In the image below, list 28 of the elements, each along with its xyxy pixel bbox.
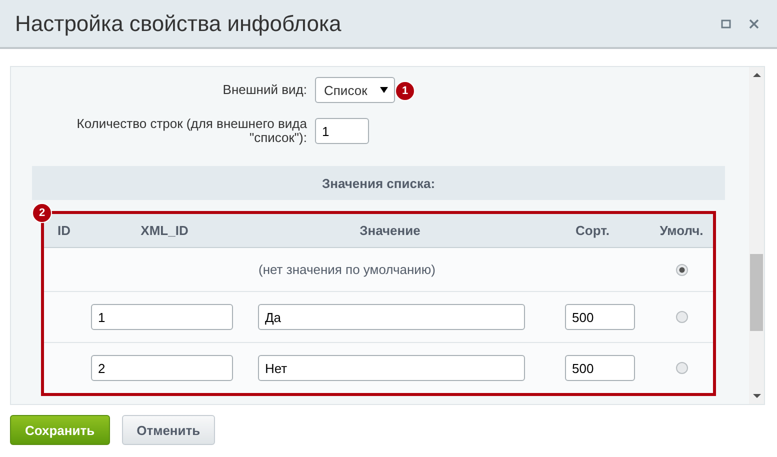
default-radio[interactable]	[676, 362, 688, 374]
column-header: Значение	[358, 223, 422, 238]
window-title: Настройка свойства инфоблока	[15, 10, 342, 36]
xml-id-field[interactable]: 2	[91, 355, 233, 381]
field-label: Количество строк (для внешнего вида "список"):	[76, 117, 308, 145]
column-header: Умолч.	[658, 223, 704, 238]
table-cell-text: (нет значения по умолчанию)	[258, 262, 436, 277]
cancel-button[interactable]: Отменить	[122, 415, 216, 445]
value-field[interactable]: Да	[258, 304, 525, 330]
default-radio[interactable]	[676, 264, 688, 276]
maximize-icon[interactable]	[721, 18, 731, 28]
column-header: Сорт.	[574, 223, 610, 238]
appearance-select[interactable]: Список	[315, 77, 395, 103]
close-icon[interactable]	[749, 18, 759, 28]
rows-count-field[interactable]: 1	[315, 118, 369, 144]
column-header: ID	[56, 223, 72, 238]
xml-id-field[interactable]: 1	[91, 304, 233, 330]
caret-icon	[380, 87, 388, 93]
section-header: Значения списка:	[32, 166, 725, 200]
default-radio[interactable]	[676, 311, 688, 323]
callout-badge: 2	[32, 203, 52, 223]
field-label: Внешний вид:	[222, 83, 308, 97]
scrollbar[interactable]	[749, 67, 764, 404]
column-header: XML_ID	[140, 223, 190, 238]
callout-badge: 1	[395, 81, 415, 101]
sort-field[interactable]: 500	[565, 304, 635, 330]
value-field[interactable]: Нет	[258, 355, 525, 381]
sort-field[interactable]: 500	[565, 355, 635, 381]
